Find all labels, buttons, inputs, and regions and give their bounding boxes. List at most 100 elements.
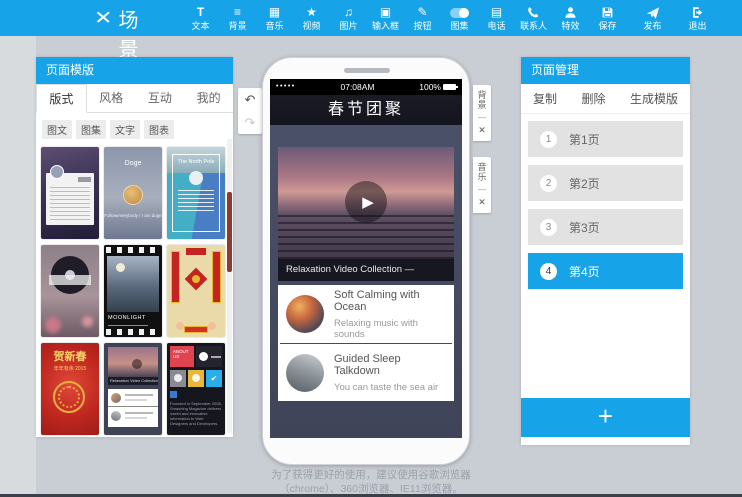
playlist-thumb-rocks: [286, 354, 324, 392]
toolbar-item-phone[interactable]: ▤ 电话: [478, 0, 515, 36]
template-body-text: Founded in September 2008, Smashing Maga…: [170, 401, 222, 426]
toolbar-item-label: 联系人: [520, 21, 547, 31]
template-title: MOONLIGHT: [108, 315, 146, 321]
tab-mine[interactable]: 我的: [184, 84, 233, 112]
template-card-video-page[interactable]: Relaxation Video Collection —: [104, 343, 162, 435]
grid-icon: ▦: [269, 5, 280, 20]
toolbar-item-label: 图片: [339, 21, 357, 31]
toolbar-item-video[interactable]: ★ 视频: [293, 0, 330, 36]
toolbar-item-background[interactable]: ≡ 背景: [219, 0, 256, 36]
page-item-4-active[interactable]: 4 第4页: [528, 253, 683, 289]
exit-button[interactable]: 退出: [679, 0, 716, 36]
template-card-moonlight[interactable]: MOONLIGHT: [104, 245, 162, 337]
toolbar-actions: 保存 发布 退出: [589, 0, 728, 36]
image-icon: ▤: [491, 5, 502, 20]
template-caption: Relaxation Video Collection —: [108, 377, 158, 385]
template-card-doge[interactable]: Doge Followeverybody ! I am doge: [104, 147, 162, 239]
page-label: 第3页: [569, 219, 600, 236]
undo-button[interactable]: ↶: [238, 88, 262, 111]
play-button[interactable]: ▶: [345, 181, 387, 223]
browser-tip-line2: （chrome）、360浏览器、IE11浏览器。: [221, 482, 521, 496]
toolbar-item-input[interactable]: ▣ 输入框: [367, 0, 404, 36]
page-manager-panel: 页面管理 复制 删除 生成模版 1 第1页 2 第2页 3 第3页 4 第4页: [521, 57, 690, 445]
delete-page-button[interactable]: 删除: [581, 90, 605, 107]
browser-tip-line1: 为了获得更好的使用，建议使用谷歌浏览器: [221, 468, 521, 482]
toggle-icon: [450, 5, 469, 20]
add-page-button[interactable]: +: [521, 398, 690, 437]
background-list-icon: ≡: [234, 5, 241, 20]
page-item-3[interactable]: 3 第3页: [528, 209, 683, 245]
tab-layout[interactable]: 版式: [36, 84, 87, 113]
playlist-item-title: Soft Calming with Ocean: [334, 289, 446, 313]
publish-button[interactable]: 发布: [634, 0, 671, 36]
playlist-item-subtitle: Relaxing music with sounds: [334, 318, 446, 340]
page-list: 1 第1页 2 第2页 3 第3页 4 第4页: [521, 114, 690, 304]
collapse-icon[interactable]: —: [478, 187, 486, 193]
template-card-hexinchun[interactable]: 贺新春 年年有余 2015: [41, 343, 99, 435]
page-manager-title: 页面管理: [521, 57, 690, 84]
redo-button[interactable]: ↷: [238, 111, 262, 134]
layer-tab-label: 背景: [476, 90, 489, 110]
generate-template-button[interactable]: 生成模版: [630, 90, 678, 107]
save-button[interactable]: 保存: [589, 0, 626, 36]
check-icon: ✔: [206, 370, 222, 387]
close-icon[interactable]: ✕: [478, 197, 486, 208]
toolbar-item-contacts[interactable]: 联系人: [515, 0, 552, 36]
template-scrollbar-track[interactable]: [227, 139, 232, 433]
toolbar-item-music[interactable]: ▦ 音乐: [256, 0, 293, 36]
video-poster: ▶: [278, 147, 454, 259]
video-block[interactable]: ▶ Relaxation Video Collection —: [278, 147, 454, 281]
filter-chip-gallery[interactable]: 图集: [76, 120, 106, 139]
template-card-newyear-gold[interactable]: [167, 245, 225, 337]
toolbar-item-label: 按钮: [413, 21, 431, 31]
template-card-northpole[interactable]: The North Pole: [167, 147, 225, 239]
phone-preview: ••••• 07:08AM 100% 春节团聚 ▶ Relaxation Vid…: [262, 57, 470, 465]
template-card-dark-tiles[interactable]: ABOUT US ✔ Founded in September 2008, Sm…: [167, 343, 225, 435]
chat-bubble-icon: [192, 374, 200, 382]
playlist-item[interactable]: Guided Sleep Talkdown You can taste the …: [280, 343, 452, 401]
moon: [116, 263, 125, 272]
page-item-1[interactable]: 1 第1页: [528, 121, 683, 157]
toolbar-item-button[interactable]: ✎ 按钮: [404, 0, 441, 36]
template-scrollbar-thumb[interactable]: [227, 192, 232, 272]
phone-handset-icon: [527, 5, 540, 20]
toolbar-item-text[interactable]: T 文本: [182, 0, 219, 36]
video-caption: Relaxation Video Collection —: [278, 259, 454, 281]
doge-avatar: [123, 185, 143, 205]
app-logo: ✕ 微场景: [94, 0, 152, 62]
playlist-item[interactable]: Soft Calming with Ocean Relaxing music w…: [278, 285, 454, 343]
headphones-icon: [174, 374, 182, 382]
filter-chip-chart[interactable]: 图表: [144, 120, 174, 139]
about-tile: ABOUT US: [170, 346, 194, 367]
layer-tab-background[interactable]: 背景 — ✕: [473, 85, 491, 141]
close-icon[interactable]: ✕: [478, 125, 486, 136]
template-card-vinyl[interactable]: [41, 245, 99, 337]
text-icon: T: [197, 5, 204, 20]
filter-chip-text[interactable]: 文字: [110, 120, 140, 139]
phone-speaker: [344, 68, 390, 73]
toolbar-item-effects[interactable]: 特效: [552, 0, 589, 36]
page-number-badge: 4: [540, 263, 557, 280]
publish-plane-icon: [646, 5, 660, 20]
left-edge-strip: [0, 36, 36, 494]
template-card-quote[interactable]: [41, 147, 99, 239]
page-title: 春节团聚: [270, 95, 462, 125]
layer-tab-label: 音乐: [476, 162, 489, 182]
tab-style[interactable]: 风格: [87, 84, 136, 112]
toolbar-item-label: 输入框: [372, 21, 399, 31]
toolbar-item-image[interactable]: ♫ 图片: [330, 0, 367, 36]
copy-page-button[interactable]: 复制: [533, 90, 557, 107]
layer-tab-music[interactable]: 音乐 — ✕: [473, 157, 491, 213]
toolbar-item-gallery[interactable]: 图集: [441, 0, 478, 36]
phone-screen[interactable]: ••••• 07:08AM 100% 春节团聚 ▶ Relaxation Vid…: [270, 79, 462, 438]
tab-interact[interactable]: 互动: [136, 84, 185, 112]
template-tabs: 版式 风格 互动 我的: [36, 84, 233, 113]
battery-percent: 100%: [419, 82, 441, 92]
filter-chip-imagetext[interactable]: 图文: [42, 120, 72, 139]
signal-dots: •••••: [276, 79, 296, 95]
collapse-icon[interactable]: —: [478, 115, 486, 121]
polar-bear-avatar: [189, 171, 203, 185]
page-item-2[interactable]: 2 第2页: [528, 165, 683, 201]
status-bar: ••••• 07:08AM 100%: [270, 79, 462, 95]
exit-icon: [691, 5, 704, 20]
